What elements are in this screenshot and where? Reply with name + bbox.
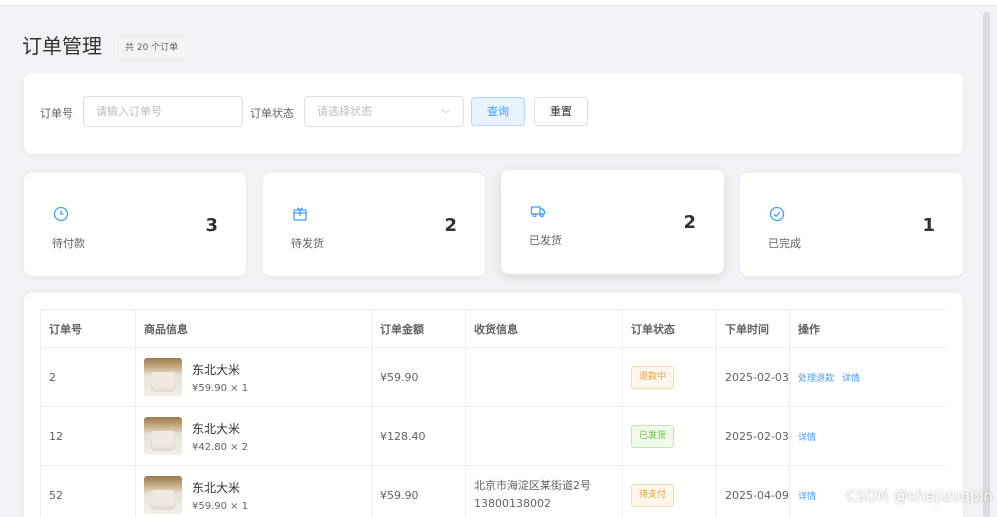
product-image (144, 417, 182, 455)
stat-value: 2 (444, 215, 457, 236)
product-price-qty: ¥42.80 × 2 (192, 441, 249, 453)
actions-cell: 处理退款 详情 (790, 348, 946, 406)
address-cell (466, 348, 623, 406)
status-cell: 退款中 (623, 348, 717, 406)
query-button[interactable]: 查询 (471, 97, 525, 126)
column-header: 下单时间 (717, 310, 790, 347)
order-no-input[interactable] (84, 97, 242, 126)
watermark: CSDN @shejizuopin (845, 487, 993, 505)
product-image (144, 476, 182, 514)
package-icon (293, 207, 307, 221)
check-circle-icon (769, 206, 785, 222)
stat-value: 3 (205, 215, 218, 236)
stat-card-completed[interactable]: 已完成 1 (740, 173, 963, 276)
date-cell: 2025-02-03 (717, 348, 790, 406)
address-cell: 北京市海淀区某街道2号 13800138002 (466, 466, 623, 517)
column-header: 收货信息 (466, 310, 623, 347)
stat-card-pending-payment[interactable]: 待付款 3 (24, 173, 246, 276)
status-select[interactable]: ﹀ (304, 96, 464, 127)
details-link[interactable]: 详情 (842, 371, 860, 384)
product-name: 东北大米 (192, 362, 241, 377)
product-price-qty: ¥59.90 × 1 (192, 500, 249, 512)
column-header: 商品信息 (136, 310, 372, 347)
actions-cell: 详情 (790, 407, 946, 465)
order-count-badge: 共 20 个订单 (117, 36, 187, 60)
status-badge: 已发货 (631, 424, 675, 448)
stat-label: 待发货 (291, 237, 324, 250)
order-no-field[interactable] (83, 96, 243, 127)
stat-value: 2 (683, 212, 696, 233)
orders-table-card: 订单号 商品信息 订单金额 收货信息 订单状态 下单时间 操作 2 东北大米 ¥… (24, 293, 963, 517)
status-badge: 待支付 (631, 483, 675, 507)
product-price-qty: ¥59.90 × 1 (192, 382, 249, 394)
reset-button[interactable]: 重置 (534, 97, 588, 126)
amount-cell: ¥59.90 (372, 348, 466, 406)
column-header: 订单金额 (372, 310, 466, 347)
product-cell: 东北大米 ¥59.90 × 1 (136, 348, 372, 406)
orders-table: 订单号 商品信息 订单金额 收货信息 订单状态 下单时间 操作 2 东北大米 ¥… (40, 309, 946, 517)
product-image (144, 358, 182, 396)
search-panel: 订单号 订单状态 ﹀ 查询 重置 (24, 73, 963, 154)
table-row: 12 东北大米 ¥42.80 × 2 ¥128.40 已发货 2025-02-0… (41, 407, 946, 466)
column-header: 订单号 (41, 310, 136, 347)
phone-text: 13800138002 (474, 497, 551, 510)
stat-card-shipped[interactable]: 已发货 2 (501, 170, 724, 274)
product-name: 东北大米 (192, 480, 241, 495)
page-scrollbar[interactable] (983, 12, 990, 517)
date-cell: 2025-02-03 (717, 407, 790, 465)
order-no-cell: 12 (41, 407, 136, 465)
order-no-cell: 52 (41, 466, 136, 517)
product-name: 东北大米 (192, 421, 241, 436)
table-header: 订单号 商品信息 订单金额 收货信息 订单状态 下单时间 操作 (41, 310, 946, 348)
amount-cell: ¥59.90 (372, 466, 466, 517)
stat-label: 待付款 (52, 237, 85, 250)
page-title: 订单管理 (22, 34, 102, 58)
stat-label: 已完成 (768, 237, 801, 250)
date-cell: 2025-04-09 (717, 466, 790, 517)
status-cell: 已发货 (623, 407, 717, 465)
stat-card-pending-shipment[interactable]: 待发货 2 (263, 173, 485, 276)
truck-icon (530, 206, 546, 218)
address-text: 北京市海淀区某街道2号 (474, 479, 591, 492)
status-badge: 退款中 (631, 365, 675, 389)
product-cell: 东北大米 ¥42.80 × 2 (136, 407, 372, 465)
status-cell: 待支付 (623, 466, 717, 517)
table-row: 52 东北大米 ¥59.90 × 1 ¥59.90 北京市海淀区某街道2号 13… (41, 466, 946, 517)
stat-value: 1 (922, 215, 935, 236)
chevron-down-icon: ﹀ (441, 110, 451, 121)
product-cell: 东北大米 ¥59.90 × 1 (136, 466, 372, 517)
details-link[interactable]: 详情 (798, 430, 816, 443)
status-select-input[interactable] (305, 97, 463, 126)
stat-label: 已发货 (529, 234, 562, 247)
order-no-cell: 2 (41, 348, 136, 406)
amount-cell: ¥128.40 (372, 407, 466, 465)
address-cell (466, 407, 623, 465)
table-row: 2 东北大米 ¥59.90 × 1 ¥59.90 退款中 2025-02-03 … (41, 348, 946, 407)
process-refund-link[interactable]: 处理退款 (798, 371, 834, 384)
column-header: 订单状态 (623, 310, 717, 347)
status-label: 订单状态 (250, 107, 294, 120)
column-header: 操作 (790, 310, 946, 347)
clock-icon (53, 206, 69, 222)
order-no-label: 订单号 (40, 107, 73, 120)
order-management-page: 订单管理 共 20 个订单 订单号 订单状态 ﹀ 查询 重置 待付款 3 待发货… (6, 6, 978, 517)
details-link[interactable]: 详情 (798, 489, 816, 502)
